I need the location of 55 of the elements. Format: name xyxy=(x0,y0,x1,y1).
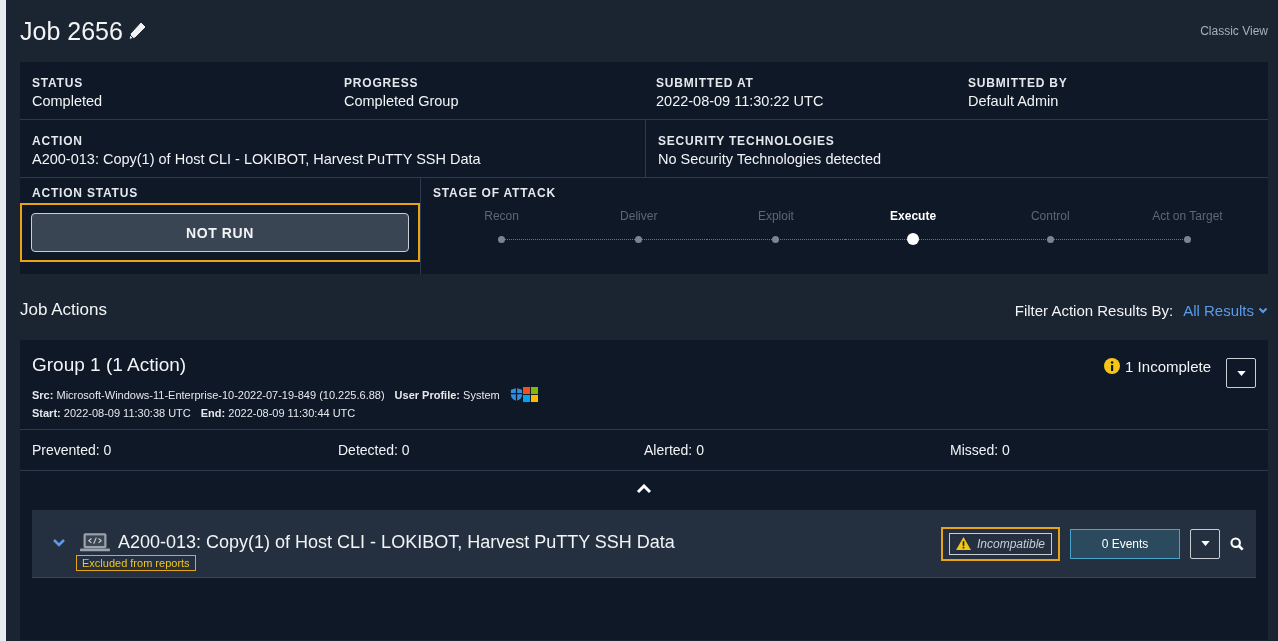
info-icon xyxy=(1104,358,1121,374)
stage-label: Recon xyxy=(484,209,519,223)
windows-icon xyxy=(522,387,538,402)
action-row[interactable]: A200-013: Copy(1) of Host CLI - LOKIBOT, Harvest PuTTY SSH Data Excluded from reports Incompatible 0 Events xyxy=(32,510,1256,578)
pencil-icon[interactable] xyxy=(126,21,147,41)
field-value: Default Admin xyxy=(968,93,1060,109)
field-label: SECURITY TECHNOLOGIES xyxy=(658,134,836,148)
field-label: ACTION xyxy=(32,134,84,148)
stage-label: Exploit xyxy=(757,209,794,223)
result-count: Detected: 0 xyxy=(338,442,411,458)
stage-label: Control xyxy=(1030,209,1070,223)
action-status-button[interactable]: NOT RUN xyxy=(31,213,409,252)
result-count: Missed: 0 xyxy=(950,442,1011,458)
field-value: A200-013: Copy(1) of Host CLI - LOKIBOT, Harvest PuTTY SSH Data xyxy=(32,151,482,167)
stage-label: Act on Target xyxy=(1152,209,1223,223)
classic-view-link[interactable]: Classic View xyxy=(1200,24,1268,38)
search-icon[interactable] xyxy=(1230,536,1244,551)
start-time: Start: 2022-08-09 11:30:38 UTC xyxy=(32,407,191,419)
caret-icon xyxy=(1200,541,1210,546)
section-title: Job Actions xyxy=(20,300,107,320)
field-value: Completed xyxy=(32,93,104,109)
result-count: Alerted: 0 xyxy=(644,442,705,458)
filter-dropdown[interactable]: All Results xyxy=(1183,301,1268,319)
group-title: Group 1 (1 Action) xyxy=(32,354,188,376)
collapse-icon[interactable] xyxy=(636,484,652,494)
caret-icon xyxy=(1236,370,1246,376)
field-label: STATUS xyxy=(32,76,85,90)
field-label: PROGRESS xyxy=(344,76,420,90)
stage-label: Execute xyxy=(890,209,937,223)
result-count: Prevented: 0 xyxy=(32,442,113,458)
field-label: ACTION STATUS xyxy=(31,186,139,200)
laptop-code-icon xyxy=(80,530,110,553)
field-value: No Security Technologies detected xyxy=(658,151,882,167)
end-time: End: 2022-08-09 11:30:44 UTC xyxy=(200,407,356,419)
field-value: 2022-08-09 11:30:22 UTC xyxy=(656,93,825,109)
field-label: SUBMITTED BY xyxy=(968,76,1069,90)
stage-label: Deliver xyxy=(620,209,658,223)
dropdown-button[interactable] xyxy=(1190,528,1220,559)
incomplete-count: 1 Incomplete xyxy=(1125,358,1211,375)
job-title: Job 2656 xyxy=(20,16,123,46)
chevron-down-icon xyxy=(1258,305,1268,315)
field-label: SUBMITTED AT xyxy=(656,76,755,90)
incompatible-badge: Incompatible xyxy=(948,532,1052,555)
shield-icon xyxy=(509,387,523,402)
filter-label: Filter Action Results By: xyxy=(1014,301,1174,319)
field-label: STAGE OF ATTACK xyxy=(433,186,557,200)
action-title: A200-013: Copy(1) of Host CLI - LOKIBOT, Harvest PuTTY SSH Data xyxy=(118,532,675,553)
dropdown-button[interactable] xyxy=(1226,358,1256,388)
excluded-tag: Excluded from reports xyxy=(76,555,196,571)
expand-icon[interactable] xyxy=(52,537,66,548)
events-button[interactable]: 0 Events xyxy=(1070,528,1180,559)
field-value: Completed Group xyxy=(344,93,460,109)
source-info: Src: Microsoft-Windows-11-Enterprise-10-2022-07-19-849 (10.225.6.88) xyxy=(32,388,385,401)
warning-icon xyxy=(955,537,971,550)
user-profile-info: User Profile: System xyxy=(394,388,500,401)
